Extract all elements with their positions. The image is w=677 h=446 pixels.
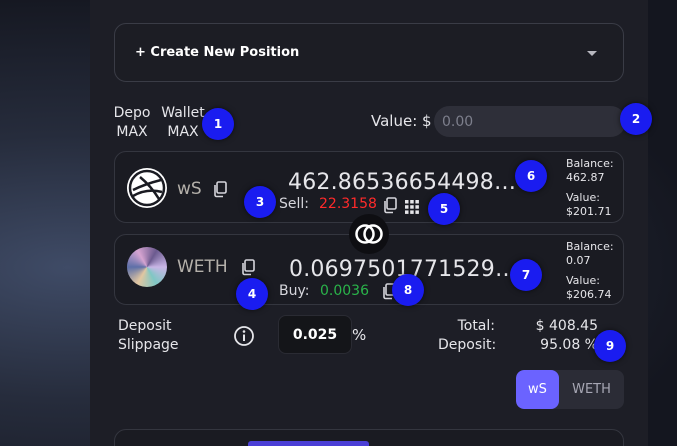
buy-value-label: Value: xyxy=(566,274,600,287)
annotation-badge: 6 xyxy=(515,160,547,192)
buy-price-label: Buy: xyxy=(279,283,310,299)
sell-balance-label: Balance: xyxy=(566,157,614,170)
swap-rings-icon[interactable] xyxy=(349,214,389,254)
bottom-tab-indicator[interactable] xyxy=(248,441,369,446)
value-label: Value: $ xyxy=(371,112,432,130)
sell-price-label: Sell: xyxy=(279,196,309,212)
toggle-option-ws[interactable]: wS xyxy=(516,370,559,409)
buy-token-symbol: WETH xyxy=(177,257,228,277)
totals-labels: Total: Deposit: xyxy=(438,318,497,353)
sell-token-row: wS 462.86536654498… Sell: 22.3158 Balanc… xyxy=(114,151,624,223)
sell-price: 22.3158 xyxy=(319,196,377,212)
copy-icon[interactable] xyxy=(240,259,256,276)
deposit-slippage-label: Deposit Slippage xyxy=(118,318,179,353)
buy-price: 0.0036 xyxy=(320,283,369,299)
buy-balance-label: Balance: xyxy=(566,240,614,253)
sell-amount[interactable]: 462.86536654498… xyxy=(288,170,516,195)
value-input[interactable] xyxy=(434,106,626,137)
annotation-badge: 1 xyxy=(202,108,234,140)
annotation-badge: 7 xyxy=(510,259,542,291)
info-icon[interactable] xyxy=(233,325,254,346)
slippage-unit: % xyxy=(352,326,367,344)
sell-token-symbol: wS xyxy=(177,179,202,199)
weth-logo-icon xyxy=(127,247,167,287)
copy-icon[interactable] xyxy=(382,197,398,214)
bottom-panel xyxy=(114,429,624,446)
slippage-input[interactable] xyxy=(278,315,352,354)
token-toggle: wS WETH xyxy=(516,370,624,409)
depo-max-link[interactable]: Depo MAX xyxy=(113,104,151,142)
annotation-badge: 4 xyxy=(236,278,268,310)
create-position-label: + Create New Position xyxy=(135,45,300,60)
sell-value-label: Value: xyxy=(566,191,600,204)
annotation-badge: 3 xyxy=(244,186,276,218)
totals-values: $ 408.45 95.08 % xyxy=(535,318,598,353)
copy-icon[interactable] xyxy=(212,181,228,198)
grid-icon[interactable] xyxy=(404,199,420,219)
annotation-badge: 9 xyxy=(594,330,626,362)
create-position-dropdown[interactable]: + Create New Position xyxy=(114,23,624,82)
buy-value: $206.74 xyxy=(566,288,612,301)
sell-balance: 462.87 xyxy=(566,171,605,184)
toggle-option-weth[interactable]: WETH xyxy=(559,370,624,409)
sonic-s-logo-icon xyxy=(127,168,167,208)
sell-value: $201.71 xyxy=(566,205,612,218)
annotation-badge: 5 xyxy=(428,193,460,225)
buy-balance: 0.07 xyxy=(566,254,591,267)
annotation-badge: 8 xyxy=(392,274,424,306)
chevron-down-icon[interactable] xyxy=(587,51,597,56)
wallet-max-link[interactable]: Wallet MAX xyxy=(159,104,207,142)
annotation-badge: 2 xyxy=(620,103,652,135)
